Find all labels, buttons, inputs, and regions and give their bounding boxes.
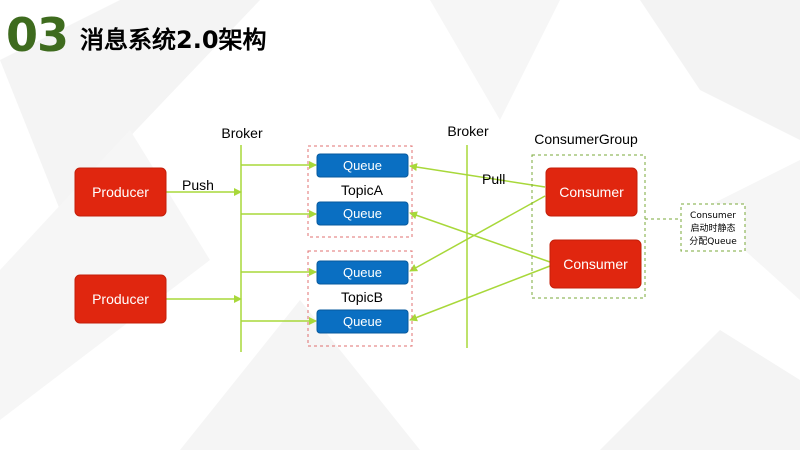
note-line-3: 分配Queue [689, 236, 737, 247]
producer-2[interactable]: Producer [74, 274, 167, 324]
producer-2-label: Producer [92, 291, 149, 307]
note-line-2: 启动时静态 [690, 222, 735, 234]
topic-b-queue-1[interactable]: Queue [316, 260, 409, 285]
topic-a-queue-1[interactable]: Queue [316, 153, 409, 178]
consumer-group-label: ConsumerGroup [534, 131, 638, 147]
topic-a-queue-2-label: Queue [343, 206, 382, 221]
consumer-2[interactable]: Consumer [549, 239, 642, 289]
pull-label: Pull [482, 171, 505, 187]
consumer-1[interactable]: Consumer [545, 167, 638, 217]
pull-arrow-c1-qb1 [409, 195, 546, 272]
note-line-1: Consumer [690, 211, 736, 221]
producer-1-label: Producer [92, 184, 149, 200]
pull-arrow-c1-qa1 [409, 163, 546, 188]
consumer-1-label: Consumer [559, 184, 624, 200]
topic-a-label: TopicA [341, 182, 384, 198]
topic-b-label: TopicB [341, 289, 383, 305]
push-label: Push [182, 177, 214, 193]
architecture-diagram: Producer Producer Queue Queue Queue Queu… [74, 123, 746, 352]
topic-b-queue-2[interactable]: Queue [316, 309, 409, 334]
consumer-2-label: Consumer [563, 256, 628, 272]
pull-arrow-c2-qb2 [409, 265, 551, 322]
broker-left-label: Broker [221, 125, 263, 141]
pull-arrow-c2-qa2 [409, 211, 551, 263]
producer-1[interactable]: Producer [74, 167, 167, 217]
topic-b-queue-2-label: Queue [343, 314, 382, 329]
topic-b-queue-1-label: Queue [343, 265, 382, 280]
topic-a-queue-2[interactable]: Queue [316, 201, 409, 226]
broker-right-label: Broker [447, 123, 489, 139]
topic-a-queue-1-label: Queue [343, 158, 382, 173]
